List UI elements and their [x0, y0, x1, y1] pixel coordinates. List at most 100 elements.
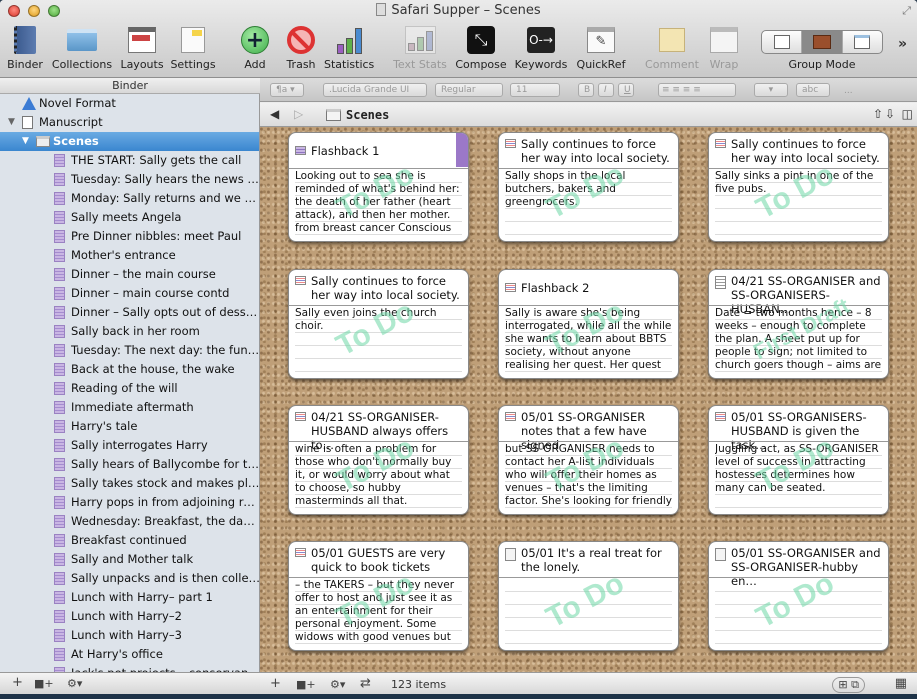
index-card[interactable]: 05/01 It's a real treat for the lonely. T…	[498, 541, 679, 651]
card-title[interactable]: 05/01 SS-ORGANISER and SS-ORGANISER-hubb…	[715, 546, 882, 588]
group-mode-outline-button[interactable]	[762, 31, 803, 53]
font-style-select[interactable]: Regular	[435, 83, 503, 97]
binder-item[interactable]: Pre Dinner nibbles: meet Paul	[0, 227, 259, 246]
card-title[interactable]: 05/01 SS-ORGANISER notes that a few have…	[505, 410, 672, 452]
back-button[interactable]: ◀	[270, 107, 279, 121]
split-editor-icon[interactable]: ◫	[902, 107, 913, 121]
disclosure-triangle-icon[interactable]: ▼	[8, 113, 15, 132]
binder-item[interactable]: ▼ Manuscript	[0, 113, 259, 132]
font-size-select[interactable]: 11	[510, 83, 560, 97]
card-synopsis[interactable]: Juggling act, as SS-ORGANISER level of s…	[715, 443, 882, 508]
toolbar-layouts-button[interactable]: Layouts	[118, 24, 166, 71]
card-title[interactable]: 04/21 SS-ORGANISER and SS-ORGANISERS-HUS…	[715, 274, 882, 316]
index-card[interactable]: 05/01 SS-ORGANISER notes that a few have…	[498, 405, 679, 515]
binder-item[interactable]: Sally back in her room	[0, 322, 259, 341]
card-synopsis[interactable]: Looking out to sea she is reminded of wh…	[295, 170, 462, 235]
toolbar-binder-button[interactable]: Binder	[6, 24, 44, 71]
forward-button[interactable]: ▷	[294, 107, 303, 121]
toolbar-text-stats-button[interactable]: Text Stats	[392, 24, 448, 71]
toolbar-quickref-button[interactable]: ✎ QuickRef	[575, 24, 627, 71]
bold-button[interactable]: B	[578, 83, 594, 97]
card-grid-icon[interactable]: ▦	[895, 676, 907, 691]
toolbar-keywords-button[interactable]: O‑→ Keywords	[514, 24, 568, 71]
binder-item[interactable]: Novel Format	[0, 94, 259, 113]
index-card[interactable]: Sally continues to force her way into lo…	[498, 132, 679, 242]
binder-item[interactable]: Sally and Mother talk	[0, 550, 259, 569]
italic-button[interactable]: I	[598, 83, 614, 97]
font-family-select[interactable]: .Lucida Grande UI	[323, 83, 427, 97]
card-title[interactable]: Sally continues to force her way into lo…	[715, 137, 882, 167]
binder-item[interactable]: Immediate aftermath	[0, 398, 259, 417]
card-title[interactable]: Sally continues to force her way into lo…	[505, 137, 672, 167]
binder-item[interactable]: THE START: Sally gets the call	[0, 151, 259, 170]
binder-item[interactable]: Breakfast continued	[0, 531, 259, 550]
binder-item[interactable]: Harry's tale	[0, 417, 259, 436]
text-color-select[interactable]: ▾	[754, 83, 788, 97]
card-synopsis[interactable]: Sally is aware she's being interrogated,…	[505, 307, 672, 372]
binder-item[interactable]: Wednesday: Breakfast, the day a…	[0, 512, 259, 531]
card-synopsis[interactable]	[505, 579, 672, 644]
index-card[interactable]: Flashback 1 Looking out to sea she is rem…	[288, 132, 469, 242]
binder-item[interactable]: Lunch with Harry–2	[0, 607, 259, 626]
swap-icon[interactable]: ⇄	[360, 676, 371, 691]
binder-item[interactable]: Dinner – the main course	[0, 265, 259, 284]
card-title[interactable]: 05/01 GUESTS are very quick to book tick…	[295, 546, 462, 576]
index-card[interactable]: Flashback 2 Sally is aware she's being in…	[498, 269, 679, 379]
footer-gear-button[interactable]: ⚙▾	[330, 678, 345, 691]
group-mode-corkboard-button[interactable]	[802, 31, 843, 53]
binder-item[interactable]: Dinner – Sally opts out of dessert	[0, 303, 259, 322]
freeform-toggle[interactable]: ⊞ ⧉	[832, 677, 865, 693]
binder-item[interactable]: Sally unpacks and is then collect…	[0, 569, 259, 588]
binder-item[interactable]: Lunch with Harry–3	[0, 626, 259, 645]
binder-item[interactable]: Reading of the will	[0, 379, 259, 398]
card-synopsis[interactable]: – the TAKERS – but they never offer to h…	[295, 579, 462, 644]
underline-button[interactable]: U	[618, 83, 634, 97]
card-synopsis[interactable]: Date = two months hence – 8 weeks – enou…	[715, 307, 882, 372]
card-synopsis[interactable]	[715, 579, 882, 644]
highlight-color-select[interactable]: abc	[796, 83, 830, 97]
binder-item[interactable]: Mother's entrance	[0, 246, 259, 265]
index-card[interactable]: 04/21 SS-ORGANISER and SS-ORGANISERS-HUS…	[708, 269, 889, 379]
index-card[interactable]: Sally continues to force her way into lo…	[708, 132, 889, 242]
toolbar-wrap-button[interactable]: Wrap	[706, 24, 742, 71]
binder-item[interactable]: Lunch with Harry– part 1	[0, 588, 259, 607]
footer-add-folder-button[interactable]: ■+	[296, 678, 316, 691]
binder-add-button[interactable]: +	[12, 675, 23, 690]
binder-item[interactable]: Tuesday: The next day: the funeral	[0, 341, 259, 360]
card-synopsis[interactable]: Sally even joins the church choir.	[295, 307, 462, 372]
card-synopsis[interactable]: but SS-ORGANISER needs to contact her A-…	[505, 443, 672, 508]
binder-add-folder-button[interactable]: ■+	[34, 677, 54, 690]
index-card[interactable]: 05/01 GUESTS are very quick to book tick…	[288, 541, 469, 651]
binder-item[interactable]: Sally interrogates Harry	[0, 436, 259, 455]
toolbar-compose-button[interactable]: ⤡ Compose	[455, 24, 507, 71]
binder-item[interactable]: Tuesday: Sally hears the news of…	[0, 170, 259, 189]
card-synopsis[interactable]: Sally shops in the local butchers, baker…	[505, 170, 672, 235]
toolbar-statistics-button[interactable]: Statistics	[324, 24, 374, 71]
binder-item[interactable]: Jack's pet projects – conservancy…	[0, 664, 259, 672]
paragraph-style-button[interactable]: ¶a ▾	[270, 83, 304, 97]
card-title[interactable]: 05/01 SS-ORGANISERS-HUSBAND is given the…	[715, 410, 882, 452]
binder-item[interactable]: Sally hears of Ballycombe for th…	[0, 455, 259, 474]
previous-document-arrow-icon[interactable]: ⇧	[873, 107, 883, 121]
card-synopsis[interactable]: Sally sinks a pint in one of the five pu…	[715, 170, 882, 235]
group-mode-scrivenings-button[interactable]	[843, 31, 882, 53]
binder-item[interactable]: ▼ Scenes	[0, 132, 259, 151]
index-card[interactable]: 05/01 SS-ORGANISERS-HUSBAND is given the…	[708, 405, 889, 515]
toolbar-comment-button[interactable]: Comment	[644, 24, 700, 71]
binder-item[interactable]: Sally takes stock and makes pla…	[0, 474, 259, 493]
document-proxy-icon[interactable]	[376, 3, 387, 16]
index-card[interactable]: 05/01 SS-ORGANISER and SS-ORGANISER-hubb…	[708, 541, 889, 651]
binder-item[interactable]: Dinner – main course contd	[0, 284, 259, 303]
card-title[interactable]: Sally continues to force her way into lo…	[295, 274, 462, 304]
toolbar-settings-button[interactable]: Settings	[170, 24, 216, 71]
next-document-arrow-icon[interactable]: ⇩	[885, 107, 895, 121]
footer-add-button[interactable]: +	[270, 676, 281, 691]
binder-item[interactable]: Back at the house, the wake	[0, 360, 259, 379]
binder-item[interactable]: Harry pops in from adjoining room	[0, 493, 259, 512]
binder-item[interactable]: Monday: Sally returns and we m…	[0, 189, 259, 208]
card-synopsis[interactable]: wine is often a problem for those who do…	[295, 443, 462, 508]
binder-gear-button[interactable]: ⚙▾	[67, 677, 82, 690]
alignment-control[interactable]: ≡ ≡ ≡ ≡	[658, 83, 736, 97]
toolbar-overflow-button[interactable]: »	[898, 36, 907, 52]
binder-item[interactable]: At Harry's office	[0, 645, 259, 664]
